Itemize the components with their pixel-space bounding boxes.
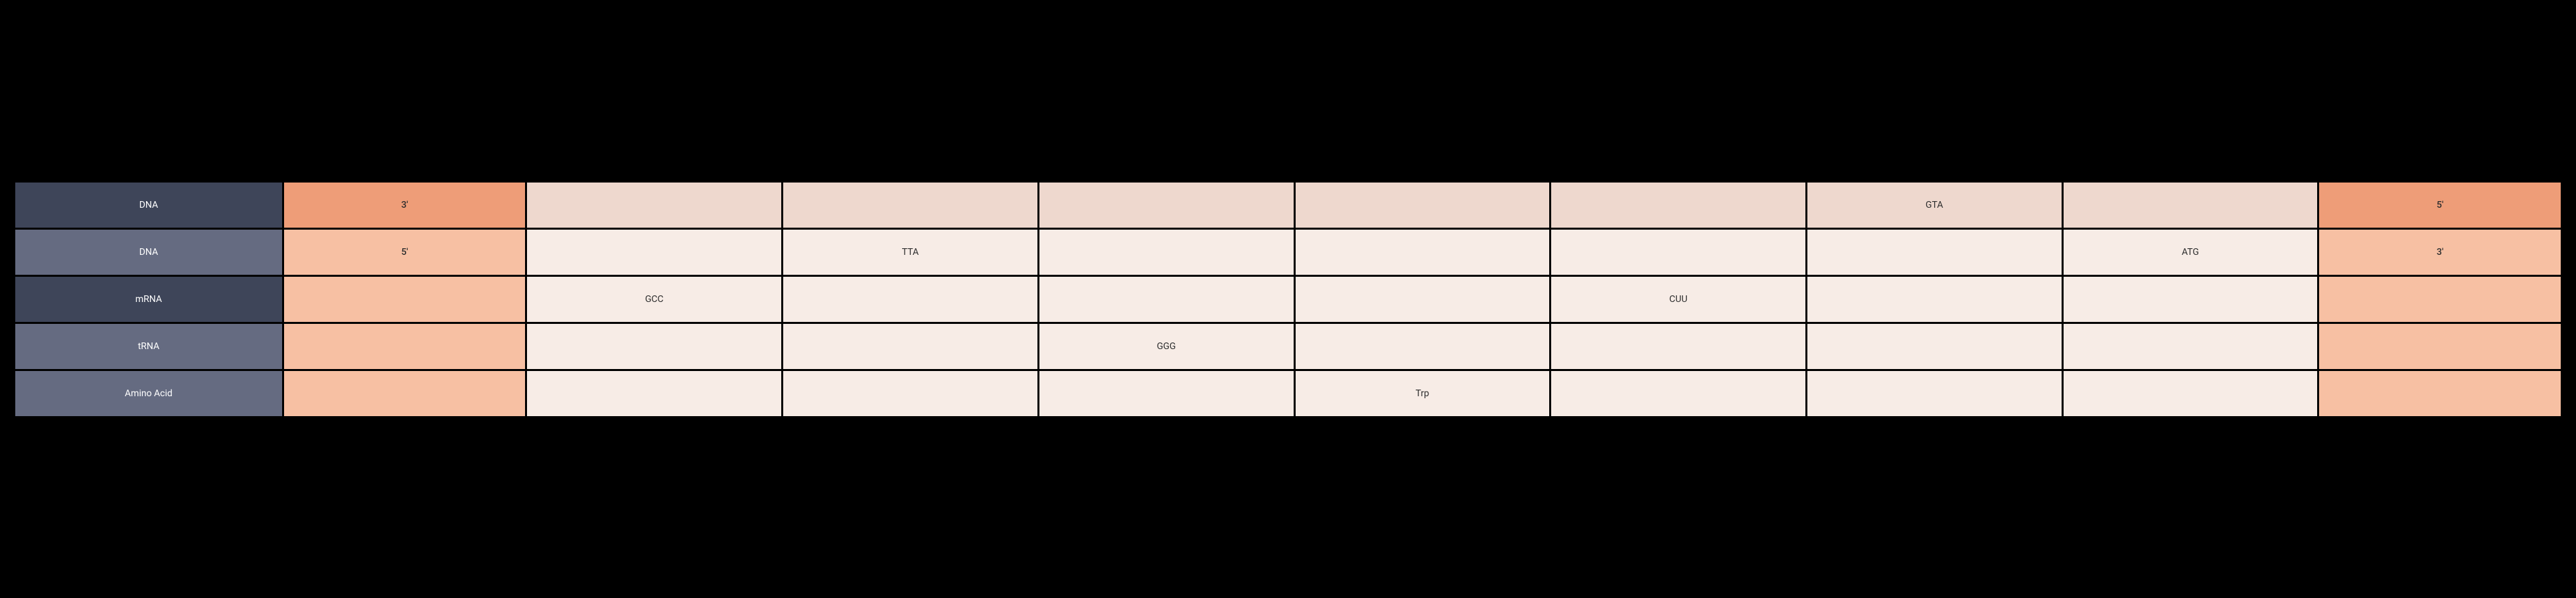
codon-cell xyxy=(783,277,1037,322)
codon-cell xyxy=(783,371,1037,416)
codon-cell xyxy=(527,371,781,416)
codon-cell xyxy=(1807,230,2062,275)
codon-cell xyxy=(1807,324,2062,369)
strand-direction-right: 3' xyxy=(2319,230,2561,275)
codon-cell xyxy=(1296,230,1550,275)
codon-cell xyxy=(1039,371,1294,416)
codon-cell xyxy=(1807,371,2062,416)
codon-cell xyxy=(783,183,1037,228)
table-row: DNA5' TTA ATG3' xyxy=(15,230,2561,275)
codon-cell xyxy=(527,230,781,275)
codon-cell xyxy=(1551,230,1805,275)
codon-cell xyxy=(2064,324,2318,369)
row-label: tRNA xyxy=(15,324,282,369)
strand-direction-left xyxy=(284,324,526,369)
table-row: DNA3' GTA 5' xyxy=(15,183,2561,228)
codon-cell: TTA xyxy=(783,230,1037,275)
codon-cell: GTA xyxy=(1807,183,2062,228)
row-label: Amino Acid xyxy=(15,371,282,416)
codon-table: DNA3'GTA5'DNA5'TTAATG3'mRNAGCCCUUtRNAGGG… xyxy=(13,181,2563,418)
codon-cell xyxy=(1039,277,1294,322)
codon-cell xyxy=(1551,183,1805,228)
strand-direction-left xyxy=(284,371,526,416)
codon-cell xyxy=(2064,277,2318,322)
codon-cell xyxy=(2064,183,2318,228)
codon-cell xyxy=(527,324,781,369)
row-label: mRNA xyxy=(15,277,282,322)
codon-cell xyxy=(527,183,781,228)
codon-cell xyxy=(2064,371,2318,416)
strand-direction-left: 5' xyxy=(284,230,526,275)
codon-cell: CUU xyxy=(1551,277,1805,322)
codon-cell xyxy=(1039,183,1294,228)
codon-table-grid: DNA3'GTA5'DNA5'TTAATG3'mRNAGCCCUUtRNAGGG… xyxy=(13,181,2563,418)
table-row: Amino Acid Trp xyxy=(15,371,2561,416)
table-row: tRNA GGG xyxy=(15,324,2561,369)
codon-cell xyxy=(1296,183,1550,228)
table-row: mRNA GCC CUU xyxy=(15,277,2561,322)
codon-cell xyxy=(1296,277,1550,322)
codon-cell: Trp xyxy=(1296,371,1550,416)
codon-cell xyxy=(1039,230,1294,275)
strand-direction-right xyxy=(2319,324,2561,369)
codon-cell xyxy=(1807,277,2062,322)
row-label: DNA xyxy=(15,183,282,228)
codon-cell: ATG xyxy=(2064,230,2318,275)
codon-cell xyxy=(1296,324,1550,369)
strand-direction-right xyxy=(2319,277,2561,322)
strand-direction-right: 5' xyxy=(2319,183,2561,228)
codon-cell: GCC xyxy=(527,277,781,322)
codon-cell xyxy=(1551,324,1805,369)
strand-direction-left xyxy=(284,277,526,322)
row-label: DNA xyxy=(15,230,282,275)
strand-direction-right xyxy=(2319,371,2561,416)
codon-cell: GGG xyxy=(1039,324,1294,369)
codon-cell xyxy=(783,324,1037,369)
strand-direction-left: 3' xyxy=(284,183,526,228)
codon-cell xyxy=(1551,371,1805,416)
